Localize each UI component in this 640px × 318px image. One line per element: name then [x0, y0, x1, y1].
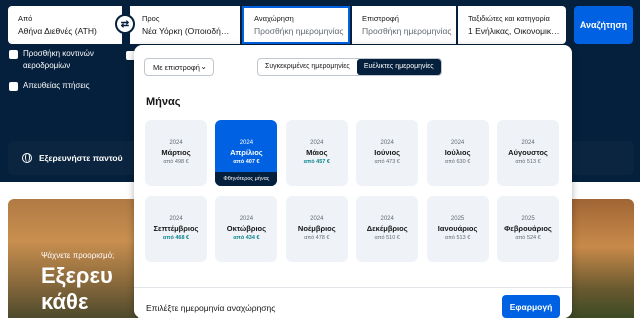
to-field[interactable]: Προς Νέα Υόρκη (Οποιοδήποτε)	[130, 6, 240, 44]
explore-label: Εξερευνήστε παντού	[39, 153, 123, 163]
month-price: από 478 €	[304, 235, 330, 241]
month-price: από 513 €	[444, 235, 471, 241]
return-field[interactable]: Επιστροφή Προσθήκη ημερομηνίας	[352, 6, 456, 44]
search-button[interactable]: Αναζήτηση	[574, 6, 633, 44]
month-card[interactable]: 2024 Ιούλιος από 630 €	[426, 120, 489, 186]
nearby-checkbox[interactable]	[9, 50, 18, 59]
month-name: Νοέμβριος	[297, 224, 336, 233]
hero-subtitle: Ψάχνετε προορισμό;	[41, 251, 115, 260]
month-year: 2025	[521, 216, 535, 222]
travellers-field[interactable]: Ταξιδιώτες και κατηγορία 1 Ενήλικας, Οικ…	[458, 6, 566, 44]
month-card[interactable]: 2025 Φεβρουάριος από 524 €	[497, 196, 559, 262]
month-card[interactable]: 2024 Μάιος από 457 €	[285, 120, 348, 186]
to-label: Προς	[142, 14, 160, 23]
specific-dates-tab[interactable]: Συγκεκριμένες ημερομηνίες	[258, 59, 357, 75]
month-card[interactable]: 2025 Ιανουάριος από 513 €	[426, 196, 489, 262]
travellers-value: 1 Ενήλικας, Οικονομική θέση	[468, 26, 560, 36]
from-value: Αθήνα Διεθνές (ΑΤΗ)	[18, 26, 97, 36]
month-price: από 468 €	[162, 235, 190, 241]
month-price: από 407 €	[233, 159, 260, 165]
flexible-dates-tab[interactable]: Ευέλικτες ημερομηνίες	[356, 59, 441, 75]
month-name: Απρίλιος	[230, 148, 263, 157]
month-year: 2024	[169, 140, 183, 146]
month-year: 2024	[169, 216, 183, 222]
month-name: Δεκέμβριος	[366, 224, 408, 233]
explore-everywhere-button[interactable]: Εξερευνήστε παντού	[8, 141, 134, 175]
direct-checkbox[interactable]	[9, 82, 18, 91]
month-card[interactable]: 2024 Μάρτιος από 498 €	[145, 120, 207, 186]
from-field[interactable]: Από Αθήνα Διεθνές (ΑΤΗ)	[8, 6, 122, 44]
trip-type-select[interactable]: Με επιστροφή ⌄	[144, 58, 214, 76]
direct-flights-option[interactable]: Απευθείας πτήσεις	[9, 80, 90, 92]
month-name: Μάιος	[306, 148, 328, 157]
footer-hint: Επιλέξτε ημερομηνία αναχώρησης	[146, 303, 276, 313]
month-name: Ιανουάριος	[437, 224, 478, 233]
month-year: 2024	[521, 140, 535, 146]
month-year: 2024	[310, 140, 324, 146]
months-title: Μήνας	[146, 96, 181, 108]
month-price: από 630 €	[444, 159, 471, 165]
nearby-label: Προσθήκη κοντινών αεροδρομίων	[23, 49, 94, 70]
month-name: Αύγουστος	[508, 148, 548, 157]
month-year: 2024	[380, 216, 394, 222]
direct-label: Απευθείας πτήσεις	[23, 81, 90, 90]
month-price: από 473 €	[374, 159, 400, 165]
month-card[interactable]: 2024 Απρίλιος από 407 € Φθηνότερος μήνας	[215, 120, 278, 186]
month-name: Φεβρουάριος	[504, 224, 552, 233]
month-card[interactable]: 2024 Νοέμβριος από 478 €	[285, 196, 348, 262]
from-label: Από	[18, 14, 33, 23]
month-name: Σεπτέμβριος	[153, 224, 199, 233]
month-price: από 457 €	[303, 159, 330, 165]
month-price: από 434 €	[233, 235, 260, 241]
month-card[interactable]: 2024 Δεκέμβριος από 510 €	[356, 196, 419, 262]
globe-icon	[22, 153, 32, 163]
travellers-label: Ταξιδιώτες και κατηγορία	[468, 14, 550, 23]
month-price: από 510 €	[374, 235, 400, 241]
cheapest-month-tag: Φθηνότερος μήνας	[215, 172, 278, 186]
return-placeholder: Προσθήκη ημερομηνίας	[362, 26, 452, 36]
date-mode-toggle: Συγκεκριμένες ημερομηνίες Ευέλικτες ημερ…	[257, 58, 442, 76]
month-year: 2024	[380, 140, 394, 146]
depart-placeholder: Προσθήκη ημερομηνίας	[254, 26, 344, 36]
month-year: 2024	[239, 216, 254, 222]
depart-label: Αναχώρηση	[254, 14, 294, 23]
trip-type-value: Με επιστροφή	[153, 63, 200, 72]
date-picker-popup: Με επιστροφή ⌄ Συγκεκριμένες ημερομηνίες…	[134, 45, 572, 318]
month-card[interactable]: 2024 Οκτώβριος από 434 €	[215, 196, 278, 262]
month-year: 2024	[310, 216, 324, 222]
month-name: Οκτώβριος	[226, 224, 267, 233]
depart-field[interactable]: Αναχώρηση Προσθήκη ημερομηνίας	[242, 6, 350, 44]
footer-divider	[134, 287, 572, 288]
month-price: από 524 €	[515, 235, 541, 241]
month-name: Ιούλιος	[444, 148, 471, 157]
chevron-down-icon: ⌄	[200, 62, 207, 71]
apply-button[interactable]: Εφαρμογή	[502, 295, 560, 318]
hero-title: Εξερευ κάθε	[41, 263, 113, 314]
return-label: Επιστροφή	[362, 14, 399, 23]
nearby-airports-option[interactable]: Προσθήκη κοντινών αεροδρομίων	[9, 48, 119, 72]
month-name: Ιούνιος	[374, 148, 401, 157]
month-year: 2024	[239, 140, 254, 146]
month-name: Μάρτιος	[161, 148, 191, 157]
month-card[interactable]: 2024 Ιούνιος από 473 €	[356, 120, 419, 186]
swap-icon[interactable]: ⇄	[115, 14, 135, 34]
month-card[interactable]: 2024 Σεπτέμβριος από 468 €	[145, 196, 207, 262]
to-value: Νέα Υόρκη (Οποιοδήποτε)	[142, 26, 234, 36]
month-year: 2024	[450, 140, 465, 146]
month-card[interactable]: 2024 Αύγουστος από 513 €	[497, 120, 559, 186]
month-price: από 498 €	[163, 159, 189, 165]
month-year: 2025	[450, 216, 465, 222]
month-price: από 513 €	[515, 159, 541, 165]
hero-image: Ψάχνετε προορισμό; Εξερευ κάθε	[8, 199, 138, 318]
